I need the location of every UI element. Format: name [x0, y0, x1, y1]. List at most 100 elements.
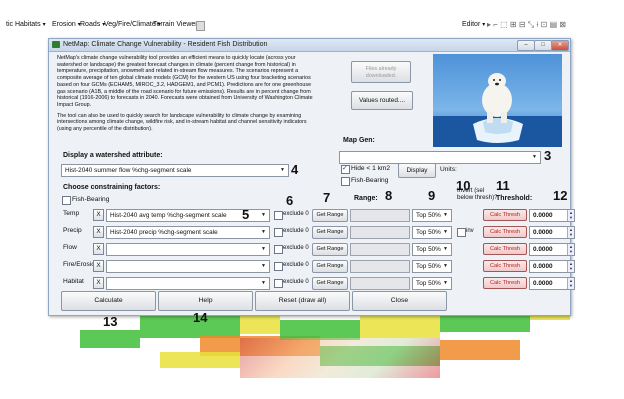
range-header: Range: — [354, 195, 378, 202]
clear-row-button[interactable]: X — [93, 226, 104, 238]
exclude-zero-checkbox[interactable] — [274, 279, 283, 288]
row-label: Habitat — [63, 278, 84, 285]
fish-bearing-left-label: Fish-Bearing — [72, 196, 110, 203]
map-raster-cell — [280, 320, 360, 340]
annotation-12: 12 — [553, 188, 568, 203]
annotation-11: 11 — [496, 178, 510, 193]
top-percent-dropdown[interactable]: Top 50% ▼ — [412, 277, 452, 290]
description-paragraph-1: NetMap's climate change vulnerability to… — [57, 55, 313, 108]
hide-small-checkbox[interactable] — [341, 164, 350, 174]
map-raster-cell — [160, 352, 240, 368]
factor-dropdown[interactable]: ▼ — [106, 277, 270, 290]
top-percent-dropdown[interactable]: Top 50% ▼ — [412, 260, 452, 273]
calc-thresh-button[interactable]: Calc Thresh — [483, 226, 527, 238]
threshold-header: Threshold: — [496, 195, 533, 202]
clear-row-button[interactable]: X — [93, 209, 104, 221]
hide-small-label: Hide < 1 km2 — [351, 165, 391, 172]
factor-row-flow: Flow X ▼ exclude 0 Get Range Top 50% ▼ Ca… — [49, 242, 575, 256]
terrain-shaded-relief — [240, 338, 440, 378]
menu-roads[interactable]: Roads ▾ — [80, 21, 105, 28]
threshold-input[interactable]: 0.0000 ▲ ▼ — [529, 243, 575, 256]
menu-erosion[interactable]: Erosion ▾ — [52, 21, 81, 28]
watershed-attribute-label: Display a watershed attribute: — [63, 152, 163, 159]
threshold-input[interactable]: 0.0000 ▲ ▼ — [529, 277, 575, 290]
top-percent-dropdown[interactable]: Top 50% ▼ — [412, 209, 452, 222]
clear-row-button[interactable]: X — [93, 277, 104, 289]
calculate-button[interactable]: Calculate — [61, 291, 156, 311]
description-paragraph-2: The tool can also be used to quickly sea… — [57, 112, 307, 133]
exclude-zero-checkbox[interactable] — [274, 228, 283, 237]
invert-checkbox[interactable] — [457, 228, 466, 237]
clear-row-button[interactable]: X — [93, 243, 104, 255]
map-gen-dropdown[interactable]: ▼ — [339, 151, 541, 164]
close-button[interactable]: Close — [352, 291, 447, 311]
get-range-button[interactable]: Get Range — [312, 260, 348, 273]
exclude-zero-label: exclude 0 — [283, 211, 309, 217]
help-button[interactable]: Help — [158, 291, 253, 311]
exclude-zero-label: exclude 0 — [283, 262, 309, 268]
clear-row-button[interactable]: X — [93, 260, 104, 272]
top-percent-dropdown[interactable]: Top 50% ▼ — [412, 226, 452, 239]
factor-dropdown[interactable]: Hist-2040 precip %chg-segment scale ▼ — [106, 226, 270, 239]
polar-bear-image — [433, 54, 562, 147]
factor-dropdown[interactable]: ▼ — [106, 243, 270, 256]
factor-row-temp: Temp X Hist-2040 avg temp %chg-segment s… — [49, 208, 575, 222]
map-raster-cell — [80, 330, 140, 348]
reset-button[interactable]: Reset (draw all) — [255, 291, 350, 311]
climate-vulnerability-dialog: NetMap: Climate Change Vulnerability - R… — [48, 38, 575, 316]
threshold-input[interactable]: 0.0000 ▲ ▼ — [529, 226, 575, 239]
get-range-button[interactable]: Get Range — [312, 277, 348, 290]
top-percent-dropdown[interactable]: Top 50% ▼ — [412, 243, 452, 256]
annotation-3: 3 — [544, 148, 552, 163]
calc-thresh-button[interactable]: Calc Thresh — [483, 277, 527, 289]
watershed-attribute-dropdown[interactable]: Hist-2040 summer flow %chg-segment scale… — [61, 164, 289, 177]
get-range-button[interactable]: Get Range — [312, 226, 348, 239]
row-label: Flow — [63, 244, 77, 251]
exclude-zero-checkbox[interactable] — [274, 262, 283, 271]
exclude-zero-checkbox[interactable] — [274, 211, 283, 220]
threshold-input[interactable]: 0.0000 ▲ ▼ — [529, 209, 575, 222]
maximize-button[interactable]: □ — [534, 40, 552, 51]
exclude-zero-label: exclude 0 — [283, 228, 309, 234]
app-icon — [52, 41, 60, 48]
map-raster-cell — [240, 314, 280, 334]
range-display — [350, 243, 410, 256]
annotation-8: 8 — [385, 188, 393, 203]
factor-row-fire-erosion: Fire/Erosion X ▼ exclude 0 Get Range Top… — [49, 259, 575, 273]
range-display — [350, 277, 410, 290]
files-downloaded-button[interactable]: Files already downloaded. — [351, 61, 411, 83]
minimize-button[interactable]: – — [517, 40, 535, 51]
get-range-button[interactable]: Get Range — [312, 243, 348, 256]
display-button[interactable]: Display — [398, 163, 436, 178]
fish-bearing-right-checkbox[interactable] — [341, 177, 350, 186]
calc-thresh-button[interactable]: Calc Thresh — [483, 243, 527, 255]
values-routed-button[interactable]: Values routed.... — [351, 91, 413, 110]
fish-bearing-right-label: Fish-Bearing — [351, 177, 389, 184]
description-text: NetMap's climate change vulnerability to… — [57, 55, 319, 137]
annotation-10: 10 — [456, 178, 471, 193]
get-range-button[interactable]: Get Range — [312, 209, 348, 222]
units-label: Units: — [440, 166, 457, 173]
factor-row-habitat: Habitat X ▼ exclude 0 Get Range Top 50% ▼… — [49, 276, 575, 290]
fish-bearing-left-checkbox[interactable] — [62, 196, 71, 205]
threshold-input[interactable]: 0.0000 ▲ ▼ — [529, 260, 575, 273]
map-gen-label: Map Gen: — [343, 137, 375, 144]
factor-dropdown[interactable]: ▼ — [106, 260, 270, 273]
dialog-titlebar: NetMap: Climate Change Vulnerability - R… — [49, 39, 570, 52]
calc-thresh-button[interactable]: Calc Thresh — [483, 260, 527, 272]
annotation-7: 7 — [323, 190, 331, 205]
exclude-zero-label: exclude 0 — [283, 279, 309, 285]
exclude-zero-label: exclude 0 — [283, 245, 309, 251]
row-label: Precip — [63, 227, 82, 234]
annotation-13: 13 — [103, 314, 118, 329]
range-display — [350, 209, 410, 222]
dialog-title: NetMap: Climate Change Vulnerability - R… — [63, 41, 268, 48]
close-window-button[interactable]: ✕ — [551, 40, 569, 51]
annotation-4: 4 — [291, 162, 299, 177]
annotation-14: 14 — [193, 310, 208, 325]
menu-editor[interactable]: Editor ▾ — [462, 21, 485, 28]
menu-habitats[interactable]: tic Habitats ▾ — [6, 21, 46, 28]
map-raster-cell — [360, 316, 440, 338]
calc-thresh-button[interactable]: Calc Thresh — [483, 209, 527, 221]
exclude-zero-checkbox[interactable] — [274, 245, 283, 254]
